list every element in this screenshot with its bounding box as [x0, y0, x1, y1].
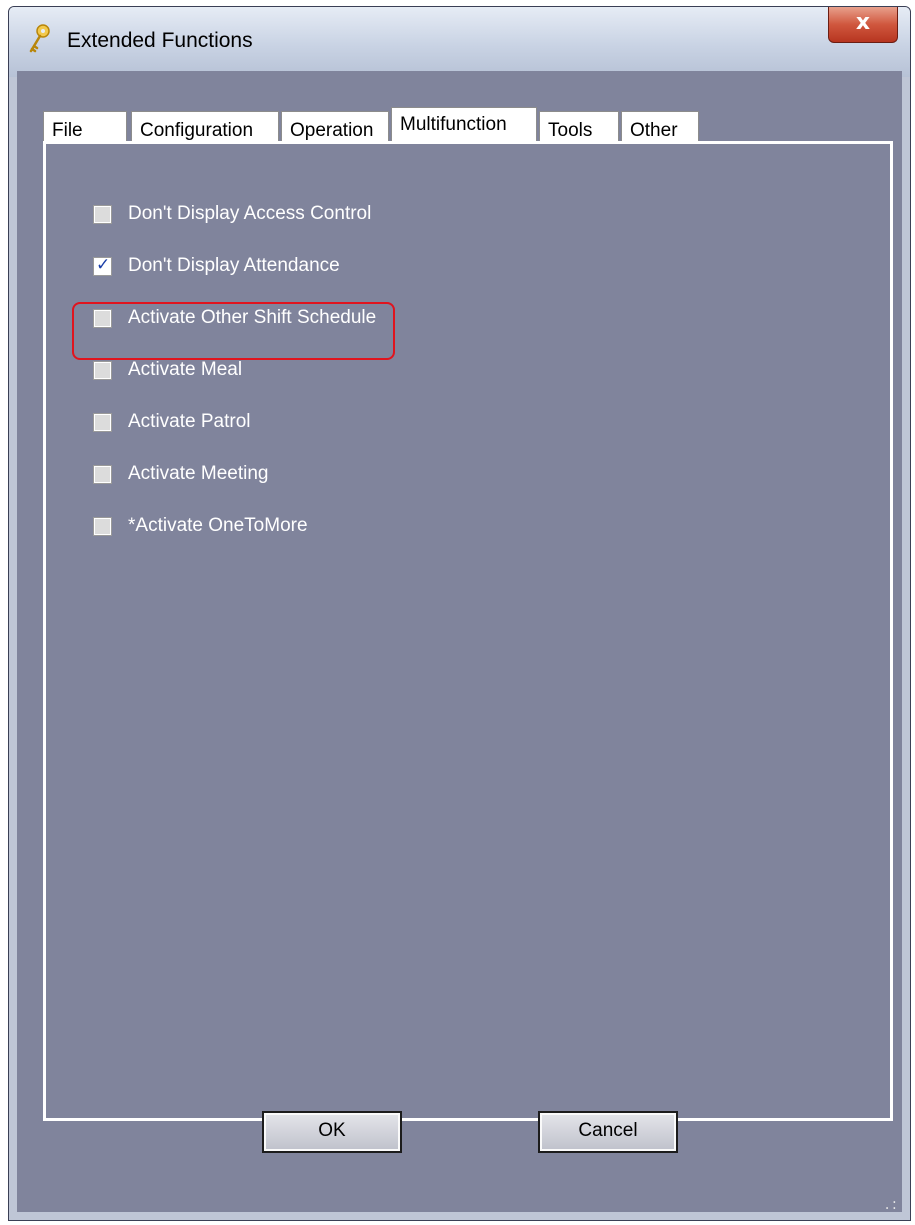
option-label: Activate Patrol	[128, 411, 251, 432]
checkbox[interactable]	[93, 360, 112, 380]
option-dont-display-attendance[interactable]: ✓ Don't Display Attendance	[93, 252, 340, 280]
option-label: Activate Other Shift Schedule	[128, 307, 377, 328]
client-area: File Configuration Operation Multifuncti…	[17, 71, 902, 1212]
checkbox[interactable]	[93, 412, 112, 432]
tab-configuration[interactable]: Configuration	[131, 111, 279, 141]
window-title: Extended Functions	[67, 29, 253, 52]
checkbox[interactable]	[93, 464, 112, 484]
title-bar[interactable]: Extended Functions x	[9, 7, 910, 77]
tab-operation[interactable]: Operation	[281, 111, 389, 141]
checkbox[interactable]	[93, 516, 112, 536]
cancel-button[interactable]: Cancel	[538, 1111, 678, 1153]
ok-button[interactable]: OK	[262, 1111, 402, 1153]
tab-other[interactable]: Other	[621, 111, 699, 141]
option-label: Activate Meeting	[128, 463, 269, 484]
option-label: *Activate OneToMore	[128, 515, 308, 536]
tab-multifunction[interactable]: Multifunction	[391, 107, 537, 142]
checkmark-icon: ✓	[96, 254, 111, 275]
checkbox-checked[interactable]: ✓	[93, 254, 112, 276]
option-dont-display-access-control[interactable]: Don't Display Access Control	[93, 200, 372, 228]
option-label: Don't Display Attendance	[128, 255, 340, 276]
key-icon	[29, 24, 50, 53]
checkbox[interactable]	[93, 308, 112, 328]
tab-tools[interactable]: Tools	[539, 111, 619, 141]
checkbox[interactable]	[93, 204, 112, 224]
option-label: Don't Display Access Control	[128, 203, 372, 224]
option-activate-onetomore[interactable]: *Activate OneToMore	[93, 512, 308, 540]
extended-functions-window: Extended Functions x File Configuration …	[8, 6, 911, 1221]
option-activate-meeting[interactable]: Activate Meeting	[93, 460, 269, 488]
option-activate-patrol[interactable]: Activate Patrol	[93, 408, 251, 436]
option-activate-meal[interactable]: Activate Meal	[93, 356, 243, 384]
multifunction-panel: Don't Display Access Control ✓ Don't Dis…	[43, 141, 893, 1121]
option-label: Activate Meal	[128, 359, 243, 380]
resize-grip-icon[interactable]: ...	[884, 1193, 898, 1211]
close-button[interactable]: x	[828, 7, 898, 43]
option-activate-other-shift-schedule[interactable]: Activate Other Shift Schedule	[93, 304, 377, 332]
tab-file[interactable]: File	[43, 111, 127, 141]
